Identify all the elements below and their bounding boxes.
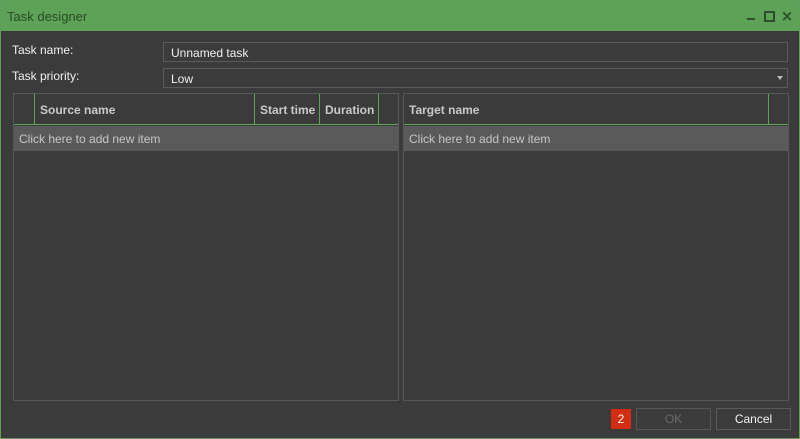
column-duration[interactable]: Duration <box>320 94 379 124</box>
task-priority-label: Task priority: <box>12 69 80 83</box>
cancel-button[interactable]: Cancel <box>716 408 791 430</box>
task-name-label: Task name: <box>12 43 74 57</box>
column-start-time[interactable]: Start time <box>255 94 320 124</box>
column-target-name[interactable]: Target name <box>404 94 769 124</box>
title-bar[interactable]: Task designer × <box>1 1 799 31</box>
task-name-value: Unnamed task <box>171 46 249 60</box>
minimize-icon <box>747 18 755 20</box>
chevron-down-icon <box>777 76 783 80</box>
task-priority-value: Low <box>171 72 194 86</box>
target-grid-filler-column <box>769 94 788 124</box>
ok-button[interactable]: OK <box>636 408 711 430</box>
window-title: Task designer <box>7 9 88 24</box>
target-add-new-item-row[interactable]: Click here to add new item <box>404 126 788 151</box>
target-grid-header: Target name <box>404 94 788 125</box>
close-icon: × <box>780 6 794 25</box>
source-row-indicator-header <box>14 94 35 124</box>
maximize-button[interactable] <box>761 7 777 25</box>
source-grid-header: Source name Start time Duration <box>14 94 398 125</box>
close-button[interactable]: × <box>779 7 795 25</box>
source-add-new-item-row[interactable]: Click here to add new item <box>14 126 398 151</box>
source-grid-filler-column <box>379 94 398 124</box>
error-count-badge[interactable]: 2 <box>611 409 631 429</box>
minimize-button[interactable] <box>743 7 759 25</box>
column-source-name[interactable]: Source name <box>35 94 255 124</box>
task-name-input[interactable]: Unnamed task <box>163 42 788 62</box>
target-grid: Target name Click here to add new item <box>403 93 789 401</box>
maximize-icon <box>763 10 775 22</box>
task-priority-dropdown[interactable]: Low <box>163 68 788 88</box>
task-designer-window: Task designer × Task name: Unnamed task … <box>0 0 800 439</box>
source-grid: Source name Start time Duration Click he… <box>13 93 399 401</box>
